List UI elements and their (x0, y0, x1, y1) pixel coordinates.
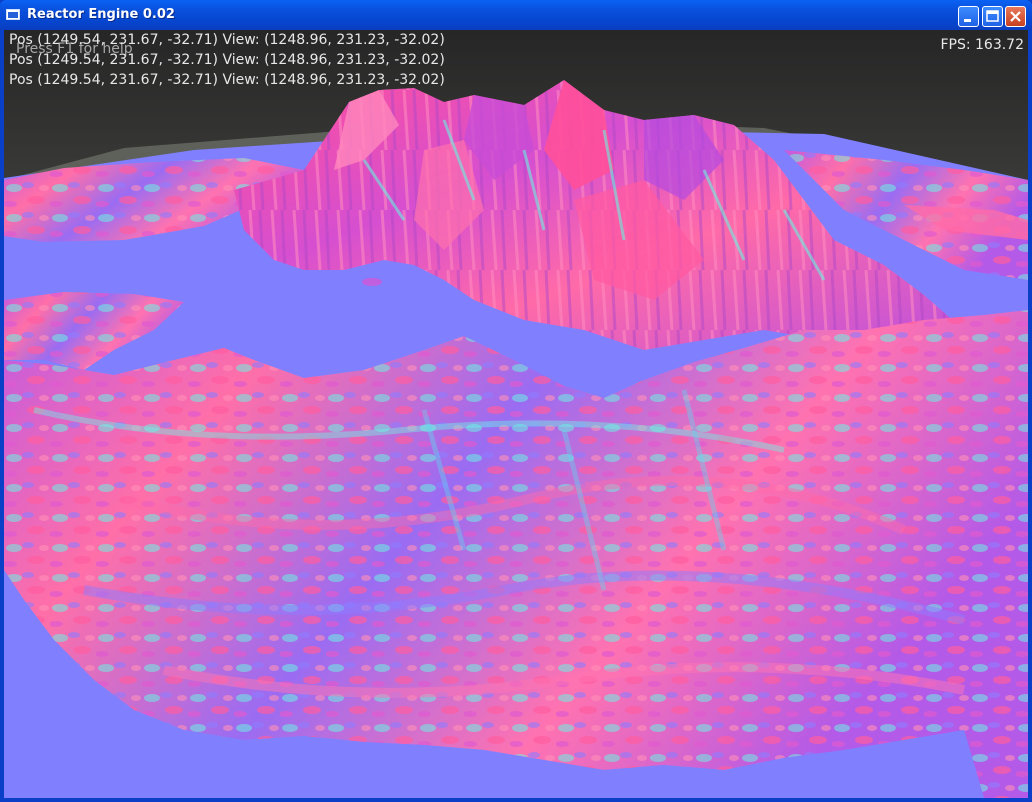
window-icon (6, 9, 20, 20)
position-readout-3: Pos (1249.54, 231.67, -32.71) View: (124… (9, 72, 445, 88)
minimize-button[interactable] (958, 6, 979, 27)
close-button[interactable] (1005, 6, 1026, 27)
window-title: Reactor Engine 0.02 (27, 7, 175, 22)
maximize-button[interactable] (982, 6, 1003, 27)
render-viewport[interactable]: Press F1 for help Pos (1249.54, 231.67, … (4, 30, 1028, 798)
fps-counter: FPS: 163.72 (940, 37, 1024, 53)
title-bar[interactable]: Reactor Engine 0.02 (0, 0, 1032, 30)
app-window: Reactor Engine 0.02 Press F1 for help Po… (0, 0, 1032, 802)
maximize-icon (986, 10, 999, 22)
terrain-render (4, 30, 1028, 798)
close-icon (1010, 11, 1021, 22)
position-readout-2: Pos (1249.54, 231.67, -32.71) View: (124… (9, 52, 445, 68)
minimize-icon (964, 19, 971, 22)
position-readout-1: Pos (1249.54, 231.67, -32.71) View: (124… (9, 32, 445, 48)
